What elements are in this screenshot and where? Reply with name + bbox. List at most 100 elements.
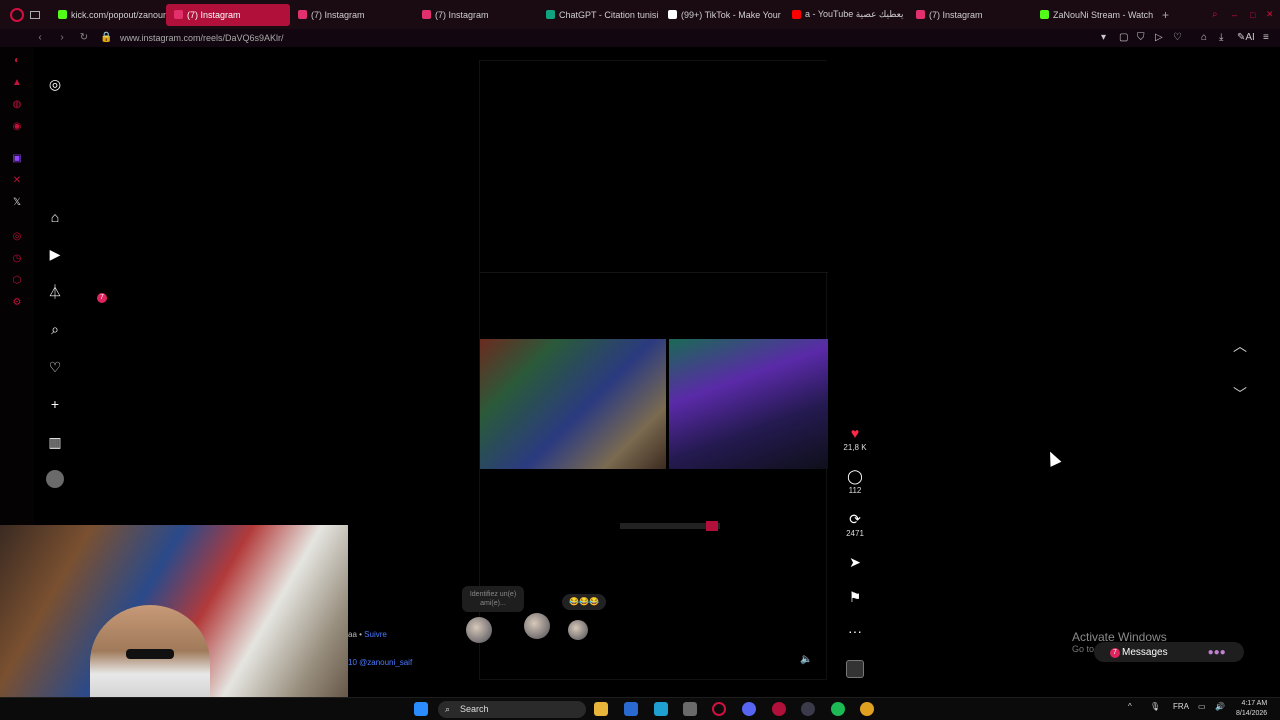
browser-tab[interactable]: (7) Instagram (290, 4, 414, 26)
sidebar-clock-icon[interactable]: ◷ (10, 253, 24, 267)
edge-icon[interactable] (654, 702, 668, 716)
search-icon[interactable]: ⌕ (46, 320, 64, 338)
opera-gx-icon[interactable] (712, 702, 726, 716)
reels-icon[interactable]: ▶ (46, 245, 64, 263)
sidebar-x-icon[interactable]: 𝕏 (10, 197, 24, 211)
steam-icon[interactable] (801, 702, 815, 716)
browser-tab[interactable]: (7) Instagram (414, 4, 538, 26)
forward-icon[interactable]: › (56, 32, 68, 44)
dashboard-icon[interactable]: ▥ (46, 433, 64, 451)
sidebar-extensions-icon[interactable]: ⬡ (10, 275, 24, 289)
opera-logo-icon[interactable] (10, 7, 24, 22)
profile-avatar[interactable] (46, 470, 64, 488)
tray-chevron-icon[interactable]: ^ (1128, 702, 1132, 711)
bookmark-save-icon: ⚑ (848, 589, 862, 605)
tab-favicon-icon (298, 10, 307, 19)
taskbar-search[interactable]: ⌕ Search (438, 701, 586, 718)
sidebar-settings-icon[interactable]: ⚙ (10, 297, 24, 311)
back-icon[interactable]: ‹ (34, 32, 46, 44)
heart-outline-icon[interactable]: ♡ (1173, 32, 1182, 43)
minimize-button[interactable]: – (1232, 10, 1237, 20)
chrome-icon[interactable] (860, 702, 874, 716)
shield-icon[interactable]: ⛉ (1137, 32, 1145, 43)
search-tabs-icon[interactable]: ⌕ (1212, 9, 1218, 20)
like-action[interactable]: ♥ 21,8 K (840, 425, 870, 452)
sidebar-history-icon[interactable]: ◐ (10, 55, 24, 69)
browser-menu-icon[interactable]: ≡ (1263, 32, 1269, 43)
reload-icon[interactable]: ↻ (78, 32, 90, 44)
tab-favicon-icon (58, 10, 67, 19)
bookmark-icon[interactable]: ▾ (1101, 32, 1106, 43)
messages-label: Messages (1122, 646, 1168, 658)
reel-stream-chat-bar (620, 523, 720, 529)
discord-icon[interactable] (742, 702, 756, 716)
emoji-reactions: 😂😂😂 (562, 594, 606, 610)
spotify-icon[interactable] (831, 702, 845, 716)
commenter-avatar[interactable] (524, 613, 550, 639)
previous-reel-button[interactable]: ︿ (1228, 334, 1252, 358)
store-icon[interactable] (624, 702, 638, 716)
sidebar-flow-icon[interactable]: ✕ (10, 175, 24, 189)
clock-time: 4:17 AM (1241, 700, 1268, 707)
sidebar-aria-icon[interactable]: ▲ (10, 77, 24, 91)
ai-icon[interactable]: ✎AI (1237, 32, 1255, 43)
sidebar-whatsapp-icon[interactable]: ◉ (10, 121, 24, 135)
tray-network-icon[interactable]: ▭ (1198, 702, 1206, 711)
browser-tab[interactable]: ChatGPT - Citation tunisi (538, 4, 660, 26)
browser-tab[interactable]: ZaNouNi Stream - Watch (1032, 4, 1156, 26)
more-options[interactable]: ··· (840, 623, 870, 639)
tray-volume-icon[interactable]: 🔊 (1215, 702, 1225, 711)
repost-icon: ⟳ (849, 511, 861, 527)
volume-icon[interactable]: 🔈 (800, 654, 812, 665)
next-reel-button[interactable]: ﹀ (1228, 382, 1252, 406)
url-field[interactable]: www.instagram.com/reels/DaVQ6s9AKlr/ (120, 33, 284, 43)
tab-favicon-icon (668, 10, 677, 19)
comment-action[interactable]: ◯ 112 (840, 468, 870, 495)
repost-action[interactable]: ⟳ 2471 (840, 511, 870, 538)
commenter-avatar[interactable] (568, 620, 588, 640)
commenter-avatar[interactable] (466, 617, 492, 643)
play-icon[interactable]: ▷ (1155, 32, 1163, 43)
audio-thumbnail[interactable] (846, 660, 864, 678)
snapshot-icon[interactable]: ▢ (1119, 32, 1128, 43)
notifications-heart-icon[interactable]: ♡ (46, 358, 64, 376)
browser-tab[interactable]: (7) Instagram (166, 3, 290, 26)
obs-icon[interactable] (772, 702, 786, 716)
tag-friend-bubble[interactable]: Identifiez un(e) ami(e)... (462, 586, 524, 612)
follow-link[interactable]: Suivre (364, 630, 387, 639)
maximize-button[interactable]: □ (1250, 10, 1255, 20)
tray-language[interactable]: FRA (1173, 702, 1189, 711)
reel-video[interactable] (479, 60, 828, 680)
messages-drawer-badge: 7 (1110, 648, 1120, 658)
taskbar-clock[interactable]: 4:17 AM 8/14/2026 (1236, 699, 1267, 719)
tab-label: (7) Instagram (311, 9, 365, 20)
sidebar-twitch-icon[interactable]: ▣ (10, 153, 24, 167)
messages-icon[interactable]: ⏃ (46, 283, 64, 301)
instagram-logo-icon[interactable]: ◎ (46, 75, 64, 93)
browser-tab[interactable]: (99+) TikTok - Make Your (660, 4, 784, 26)
browser-tab[interactable]: a - YouTube يعطيك عصية (784, 4, 908, 26)
sidebar-messenger-icon[interactable]: ◍ (10, 99, 24, 113)
address-bar: ‹ › ↻ 🔒 www.instagram.com/reels/DaVQ6s9A… (0, 29, 1280, 47)
sidebar-player-icon[interactable]: ◎ (10, 231, 24, 245)
save-action[interactable]: ⚑ (840, 589, 870, 605)
tray-mic-icon[interactable]: 🎙 (1150, 702, 1160, 711)
create-icon[interactable]: + (46, 395, 64, 413)
browser-tab[interactable]: (7) Instagram (908, 4, 1032, 26)
app-icon[interactable] (683, 702, 697, 716)
wallet-icon[interactable]: ⌂ (1201, 32, 1207, 43)
home-icon[interactable]: ⌂ (46, 208, 64, 226)
browser-tab[interactable]: kick.com/popout/zanouni (50, 4, 166, 26)
windows-taskbar: ⌕ Search ^ 🎙 FRA ▭ 🔊 4:17 AM 8/14/2026 (0, 697, 1280, 720)
clock-date: 8/14/2026 (1236, 710, 1268, 717)
reel-handle[interactable]: 10 @zanouni_saif (348, 658, 412, 667)
close-window-button[interactable]: ✕ (1266, 9, 1274, 20)
tab-menu-icon[interactable] (30, 10, 40, 19)
share-action[interactable]: ➤ (840, 554, 870, 570)
file-explorer-icon[interactable] (594, 702, 608, 716)
windows-start-icon[interactable] (414, 702, 428, 716)
new-tab-button[interactable]: + (1162, 8, 1169, 22)
download-icon[interactable]: ⤓ (1219, 32, 1223, 43)
tab-favicon-icon (916, 10, 925, 19)
messages-drawer[interactable]: 7 Messages ●●● (1094, 642, 1244, 662)
